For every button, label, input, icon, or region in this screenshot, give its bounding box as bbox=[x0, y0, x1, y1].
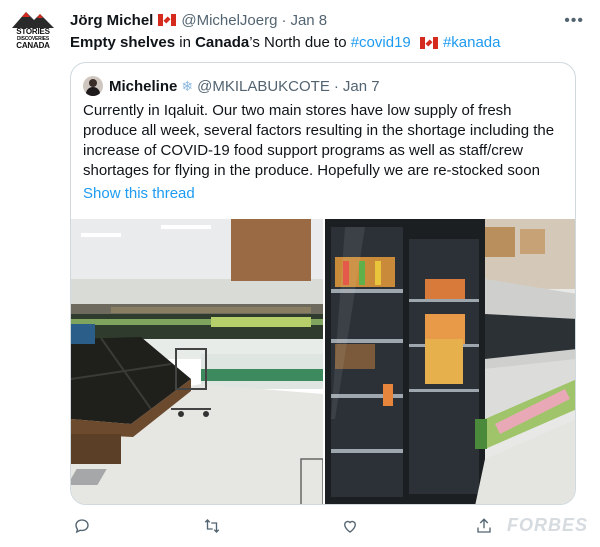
quoted-tweet[interactable]: Micheline ❄ @MKILABUKCOTE · Jan 7 Curren… bbox=[70, 62, 576, 505]
separator-dot: · bbox=[333, 77, 339, 95]
tweet-text-part2: in bbox=[175, 34, 196, 51]
photo-fridge-aisle[interactable] bbox=[325, 219, 575, 504]
quoted-date[interactable]: Jan 7 bbox=[343, 78, 380, 95]
quoted-author-handle[interactable]: @MKILABUKCOTE bbox=[197, 78, 330, 95]
like-icon[interactable] bbox=[338, 514, 362, 538]
photo-grid bbox=[71, 219, 575, 504]
quoted-text: Currently in Iqaluit. Our two main store… bbox=[83, 102, 555, 179]
tweet-header: Jörg Michel @MichelJoerg · Jan 8 ••• bbox=[70, 10, 590, 30]
snowflake-icon: ❄ bbox=[181, 77, 194, 94]
watermark: FORBES bbox=[506, 515, 588, 535]
avatar-line1: STORIES bbox=[16, 27, 50, 36]
avatar-line3: CANADA bbox=[16, 41, 50, 50]
hashtag-kanada[interactable]: #kanada bbox=[443, 34, 501, 51]
more-horizontal-icon[interactable]: ••• bbox=[564, 12, 584, 30]
hashtag-covid19[interactable]: #covid19 bbox=[351, 34, 411, 51]
quoted-header: Micheline ❄ @MKILABUKCOTE · Jan 7 bbox=[83, 75, 380, 97]
separator-dot: · bbox=[281, 11, 287, 29]
tweet-text: Empty shelves in Canada’s North due to #… bbox=[70, 33, 501, 53]
quoted-author-name[interactable]: Micheline bbox=[109, 78, 177, 95]
author-avatar[interactable]: STORIES DISCOVERIES CANADA bbox=[8, 8, 58, 58]
photo-produce-aisle[interactable] bbox=[71, 219, 323, 504]
author-handle[interactable]: @MichelJoerg bbox=[181, 12, 277, 29]
tweet-text-part1: Empty shelves bbox=[70, 34, 176, 51]
tweet-actions bbox=[70, 514, 510, 538]
tweet-text-part4: ’s North due to bbox=[249, 34, 351, 51]
show-thread-link[interactable]: Show this thread bbox=[83, 185, 195, 202]
tweet-date[interactable]: Jan 8 bbox=[290, 12, 327, 29]
mountain-icon bbox=[12, 12, 54, 28]
share-icon[interactable] bbox=[472, 514, 496, 538]
retweet-icon[interactable] bbox=[200, 514, 224, 538]
canada-flag-icon bbox=[158, 14, 177, 26]
quoted-avatar[interactable] bbox=[83, 76, 103, 96]
canada-flag-icon bbox=[419, 37, 438, 50]
reply-icon[interactable] bbox=[70, 514, 94, 538]
author-name[interactable]: Jörg Michel bbox=[70, 12, 153, 29]
tweet-text-part3: Canada bbox=[195, 34, 250, 51]
